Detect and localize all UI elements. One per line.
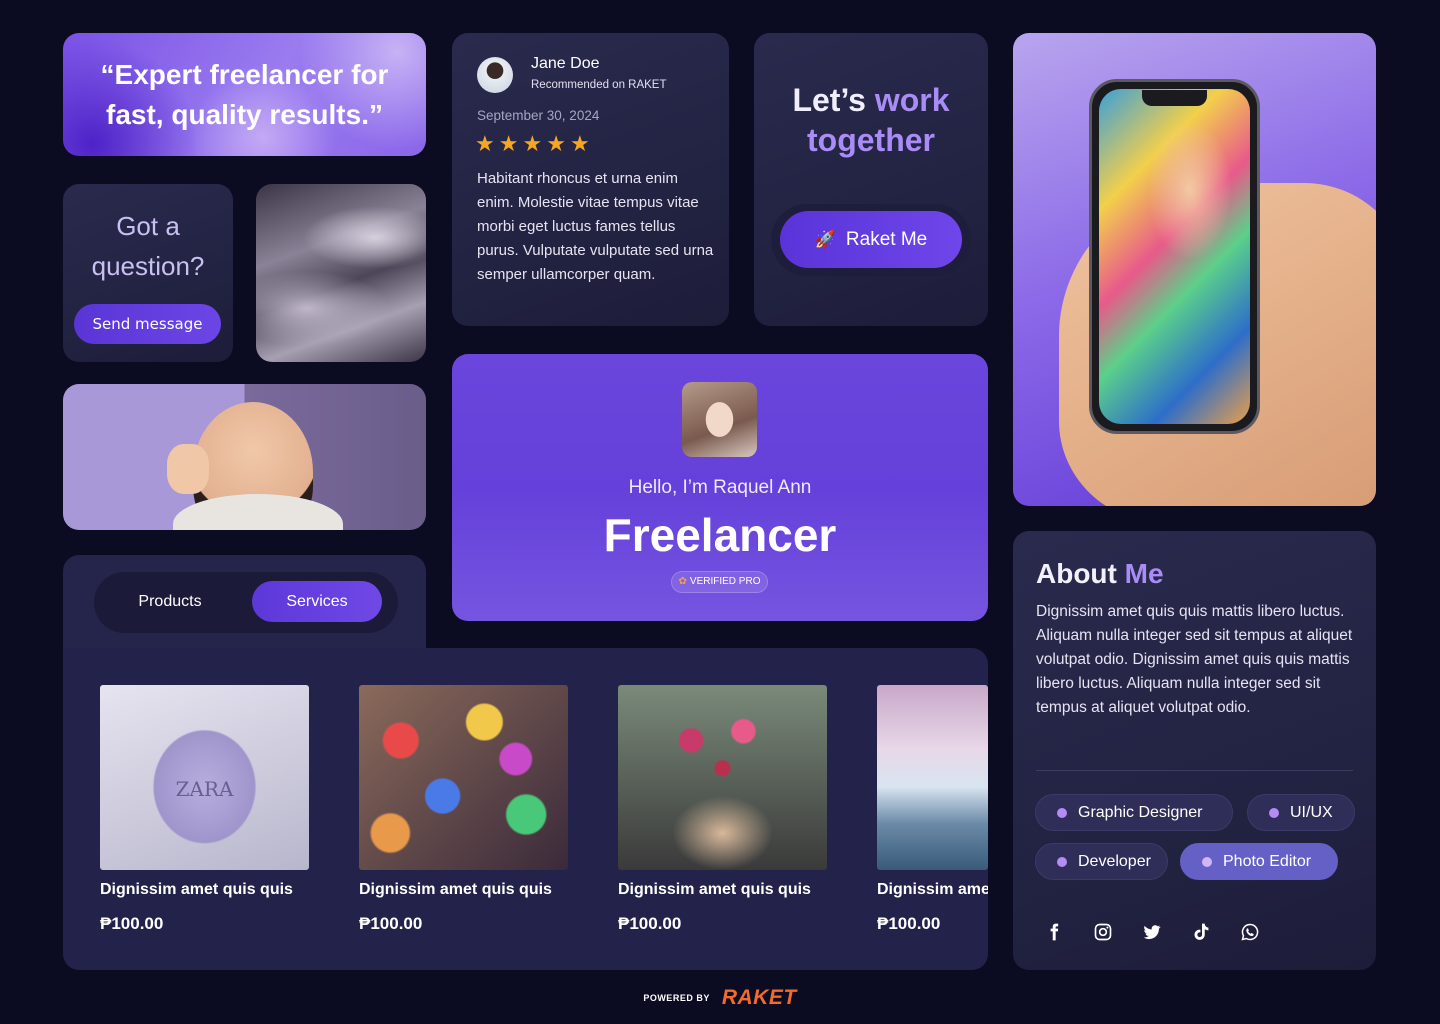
about-card: About Me Dignissim amet quis quis mattis…: [1013, 531, 1376, 970]
product-image: [618, 685, 827, 870]
about-title: About Me: [1036, 558, 1353, 590]
tab-products[interactable]: Products: [104, 581, 236, 622]
title-accent: work: [874, 82, 950, 118]
powered-by-label: POWERED BY: [643, 993, 710, 1003]
star-icon: ★: [546, 132, 566, 157]
quote-text: “Expert freelancer for fast, quality res…: [100, 58, 389, 130]
quote-card: “Expert freelancer for fast, quality res…: [63, 33, 426, 156]
tabs-toggle: Products Services: [94, 572, 398, 633]
product-name: Dignissim amet quis quis: [618, 881, 811, 898]
product-card[interactable]: Dignissim amet quis quis ₱100.00: [877, 685, 988, 934]
instagram-icon[interactable]: [1092, 921, 1114, 943]
skill-chip-active[interactable]: Photo Editor: [1180, 843, 1338, 880]
product-card[interactable]: Dignissim amet quis quis ₱100.00: [359, 685, 568, 934]
product-card[interactable]: Dignissim amet quis quis ₱100.00: [618, 685, 827, 934]
star-icon: ★: [569, 132, 590, 157]
product-price: ₱100.00: [618, 914, 682, 933]
skill-label: Photo Editor: [1223, 853, 1312, 870]
silk-image: [256, 184, 426, 362]
title-accent: Me: [1124, 558, 1164, 589]
rocket-icon: 🚀: [814, 229, 836, 249]
dot-icon: [1057, 857, 1067, 867]
skill-chip[interactable]: Graphic Designer: [1035, 794, 1233, 831]
facebook-icon[interactable]: [1043, 921, 1065, 943]
reviewer-subtitle: Recommended on RAKET: [531, 79, 667, 91]
product-name: Dignissim amet quis quis: [100, 881, 293, 898]
about-text: Dignissim amet quis quis mattis libero l…: [1036, 603, 1353, 716]
raket-me-label: Raket Me: [845, 228, 928, 250]
phone-frame: [1089, 79, 1260, 434]
product-logo-text: ZARA: [175, 777, 234, 801]
profile-hero-card: Hello, I’m Raquel Ann Freelancer ✿ VERIFI…: [452, 354, 988, 621]
kid-hand: [167, 444, 209, 494]
title-part: About: [1036, 558, 1125, 589]
skill-chip[interactable]: Developer: [1035, 843, 1168, 880]
product-name: Dignissim amet quis quis: [359, 881, 552, 898]
product-image: ZARA: [100, 685, 309, 870]
work-together-title: Let’s work together: [754, 80, 988, 160]
phone-screen: [1099, 89, 1250, 424]
product-name: Dignissim amet quis quis: [877, 881, 988, 898]
profile-greeting: Hello, I’m Raquel Ann: [628, 477, 812, 498]
footer: POWERED BY RAKET: [0, 986, 1440, 1010]
product-price: ₱100.00: [877, 914, 941, 933]
dot-icon: [1057, 808, 1067, 818]
product-image: [359, 685, 568, 870]
skill-label: UI/UX: [1290, 804, 1333, 821]
dot-icon: [1202, 857, 1212, 867]
reviewer-name: Jane Doe: [531, 55, 600, 72]
product-image: [877, 685, 988, 870]
product-card[interactable]: ZARA Dignissim amet quis quis ₱100.00: [100, 685, 309, 934]
star-rating: ★ ★ ★ ★ ★: [475, 132, 590, 158]
kid-photo: [63, 384, 426, 530]
phone-notch: [1142, 90, 1207, 106]
question-card: Got a question? Send message: [63, 184, 233, 362]
star-icon: ★: [475, 132, 495, 157]
reviewer-avatar: [477, 57, 513, 93]
question-title: Got a question?: [91, 211, 205, 281]
ribbon-icon: ✿: [678, 576, 687, 587]
star-icon: ★: [522, 132, 543, 157]
title-accent: together: [807, 122, 935, 158]
twitter-icon[interactable]: [1141, 921, 1163, 943]
review-date: September 30, 2024: [477, 108, 600, 123]
dot-icon: [1269, 808, 1279, 818]
review-card: Jane Doe Recommended on RAKET September …: [452, 33, 729, 326]
phone-mockup-image: [1013, 33, 1376, 506]
product-price: ₱100.00: [100, 914, 164, 933]
work-together-card: Let’s work together 🚀 Raket Me: [754, 33, 988, 326]
profile-avatar: [682, 382, 757, 457]
whatsapp-icon[interactable]: [1239, 921, 1261, 943]
skill-chip[interactable]: UI/UX: [1247, 794, 1355, 831]
skill-label: Developer: [1078, 853, 1151, 870]
raket-logo[interactable]: RAKET: [722, 986, 797, 1010]
social-links: [1043, 921, 1261, 943]
profile-role: Freelancer: [603, 509, 837, 561]
review-text: Habitant rhoncus et urna enim enim. Mole…: [477, 170, 714, 283]
tiktok-icon[interactable]: [1190, 921, 1212, 943]
tab-services[interactable]: Services: [252, 581, 382, 622]
product-price: ₱100.00: [359, 914, 423, 933]
title-part: Let’s: [792, 82, 875, 118]
verified-badge: ✿ VERIFIED PRO: [671, 571, 768, 593]
divider: [1036, 770, 1353, 771]
raket-me-button[interactable]: 🚀 Raket Me: [780, 211, 962, 268]
skill-label: Graphic Designer: [1078, 804, 1203, 821]
verified-label: VERIFIED PRO: [689, 576, 761, 587]
send-message-button[interactable]: Send message: [74, 304, 221, 344]
star-icon: ★: [498, 132, 519, 157]
